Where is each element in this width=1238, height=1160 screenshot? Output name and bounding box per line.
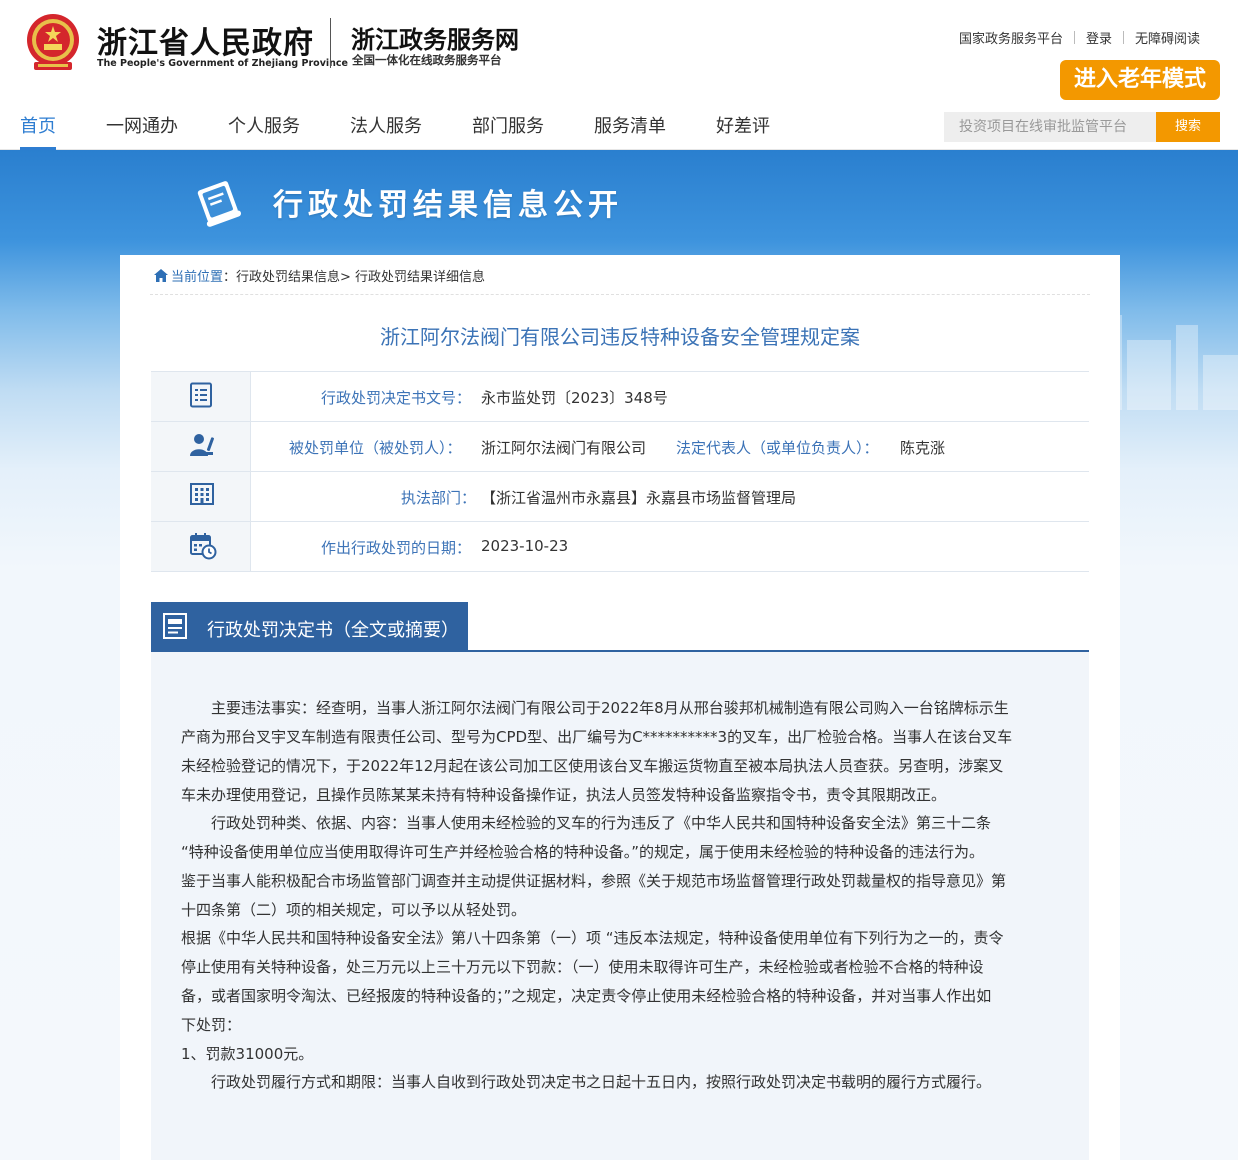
decision-section-tab[interactable]: 行政处罚决定书（全文或摘要） <box>151 602 468 652</box>
decision-line: 停止使用有关特种设备，处三万元以上三十万元以下罚款：（一）使用未取得许可生产，未… <box>181 958 984 976</box>
decision-line: 备，或者国家明令淘汰、已经报废的特种设备的；”之规定，决定责令停止使用未经检验合… <box>181 987 992 1005</box>
nav-service-list[interactable]: 服务清单 <box>594 112 666 138</box>
site-name[interactable]: 浙江政务服务网 <box>351 20 519 55</box>
decision-line: 车未办理使用登记，且操作员陈某某未持有特种设备操作证，执法人员签发特种设备监察指… <box>181 786 947 804</box>
decision-line: 十四条第（二）项的相关规定，可以予以从轻处罚。 <box>181 901 527 919</box>
info-icon-cell <box>151 522 251 571</box>
decision-line: 产商为邢台叉宇叉车制造有限责任公司、型号为CPD型、出厂编号为C********… <box>181 728 1013 746</box>
decision-line: 鉴于当事人能积极配合市场监管部门调查并主动提供证据材料，参照《关于规范市场监督管… <box>181 872 1007 890</box>
top-links: 国家政务服务平台 登录 无障碍阅读 <box>959 28 1200 47</box>
info-row-decision-number: 行政处罚决定书文号： 永市监处罚〔2023〕348号 <box>151 372 1089 422</box>
nav-one-stop[interactable]: 一网通办 <box>106 112 178 138</box>
search-input[interactable]: 投资项目在线审批监管平台 <box>944 112 1156 142</box>
link-separator <box>1122 31 1124 44</box>
breadcrumb: 当前位置 ：行政处罚结果信息> 行政处罚结果详细信息 <box>154 266 485 285</box>
label-penalty-date: 作出行政处罚的日期： <box>321 539 472 557</box>
decision-line: 主要违法事实：经查明，当事人浙江阿尔法阀门有限公司于2022年8月从邢台骏邦机械… <box>181 699 1009 717</box>
government-name[interactable]: 浙江省人民政府 <box>97 18 314 62</box>
nav-home[interactable]: 首页 <box>20 112 56 138</box>
decision-line: 未经检验登记的情况下，于2022年12月起在该公司加工区使用该台叉车搬运货物直至… <box>181 757 1004 775</box>
site-header: 浙江省人民政府 The People's Government of Zheji… <box>0 0 1238 100</box>
link-login[interactable]: 登录 <box>1086 28 1112 47</box>
search-button[interactable]: 搜索 <box>1156 112 1220 142</box>
site-subtitle: 全国一体化在线政务服务平台 <box>352 53 502 67</box>
person-icon <box>190 434 214 456</box>
label-decision-number: 行政处罚决定书文号： <box>321 389 472 407</box>
value-enforcement-department: 【浙江省温州市永嘉县】永嘉县市场监督管理局 <box>481 489 797 507</box>
document-icon <box>163 613 187 639</box>
decision-line: 下处罚： <box>181 1016 242 1034</box>
document-list-icon <box>190 382 212 408</box>
label-legal-representative: 法定代表人（或单位负责人）： <box>676 439 879 457</box>
breadcrumb-divider <box>150 294 1090 295</box>
breadcrumb-current-location[interactable]: 当前位置 <box>171 266 223 285</box>
info-icon-cell <box>151 372 251 421</box>
link-separator <box>1073 31 1075 44</box>
case-title: 浙江阿尔法阀门有限公司违反特种设备安全管理规定案 <box>380 325 860 349</box>
government-name-en: The People's Government of Zhejiang Prov… <box>97 58 348 69</box>
decision-section-title: 行政处罚决定书（全文或摘要） <box>207 620 459 641</box>
label-enforcement-department: 执法部门： <box>401 489 477 507</box>
link-national-platform[interactable]: 国家政务服务平台 <box>959 28 1063 47</box>
info-row-penalty-date: 作出行政处罚的日期： 2023-10-23 <box>151 522 1089 572</box>
value-penalty-date: 2023-10-23 <box>481 537 569 555</box>
breadcrumb-path[interactable]: ：行政处罚结果信息> 行政处罚结果详细信息 <box>223 266 485 285</box>
link-accessibility[interactable]: 无障碍阅读 <box>1135 28 1200 47</box>
nav-department-service[interactable]: 部门服务 <box>472 112 544 138</box>
decision-line: 1、罚款31000元。 <box>181 1045 314 1063</box>
case-info-table: 行政处罚决定书文号： 永市监处罚〔2023〕348号 被处罚单位（被处罚人）： … <box>151 371 1089 572</box>
calendar-clock-icon <box>190 533 217 560</box>
info-row-enforcement-department: 执法部门： 【浙江省温州市永嘉县】永嘉县市场监督管理局 <box>151 472 1089 522</box>
building-icon <box>190 483 214 505</box>
nav-rating[interactable]: 好差评 <box>716 112 770 138</box>
info-row-penalized-party: 被处罚单位（被处罚人）： 浙江阿尔法阀门有限公司 法定代表人（或单位负责人）： … <box>151 422 1089 472</box>
decision-line: 根据《中华人民共和国特种设备安全法》第八十四条第（一）项 “违反本法规定，特种设… <box>181 929 1004 947</box>
elder-mode-button[interactable]: 进入老年模式 <box>1060 60 1220 100</box>
nav-legal-entity-service[interactable]: 法人服务 <box>350 112 422 138</box>
value-decision-number: 永市监处罚〔2023〕348号 <box>481 389 668 407</box>
decision-line: 行政处罚种类、依据、内容：当事人使用未经检验的叉车的行为违反了《中华人民共和国特… <box>181 814 992 832</box>
national-emblem-icon <box>27 14 79 70</box>
label-penalized-party: 被处罚单位（被处罚人）： <box>289 439 462 457</box>
home-icon <box>154 269 168 282</box>
detail-card: 当前位置 ：行政处罚结果信息> 行政处罚结果详细信息 浙江阿尔法阀门有限公司违反… <box>120 255 1120 1160</box>
info-icon-cell <box>151 472 251 521</box>
banner-title: 行政处罚结果信息公开 <box>273 188 623 223</box>
value-penalized-party: 浙江阿尔法阀门有限公司 <box>481 439 647 457</box>
nav-personal-service[interactable]: 个人服务 <box>228 112 300 138</box>
decision-line: “特种设备使用单位应当使用取得许可生产并经检验合格的特种设备。”的规定，属于使用… <box>181 843 985 861</box>
book-icon <box>197 181 242 227</box>
decision-text-body: 主要违法事实：经查明，当事人浙江阿尔法阀门有限公司于2022年8月从邢台骏邦机械… <box>151 652 1089 1160</box>
header-divider <box>330 18 331 68</box>
info-icon-cell <box>151 422 251 471</box>
value-legal-representative: 陈克涨 <box>900 439 946 457</box>
decision-line: 行政处罚履行方式和期限：当事人自收到行政处罚决定书之日起十五日内，按照行政处罚决… <box>181 1073 992 1091</box>
